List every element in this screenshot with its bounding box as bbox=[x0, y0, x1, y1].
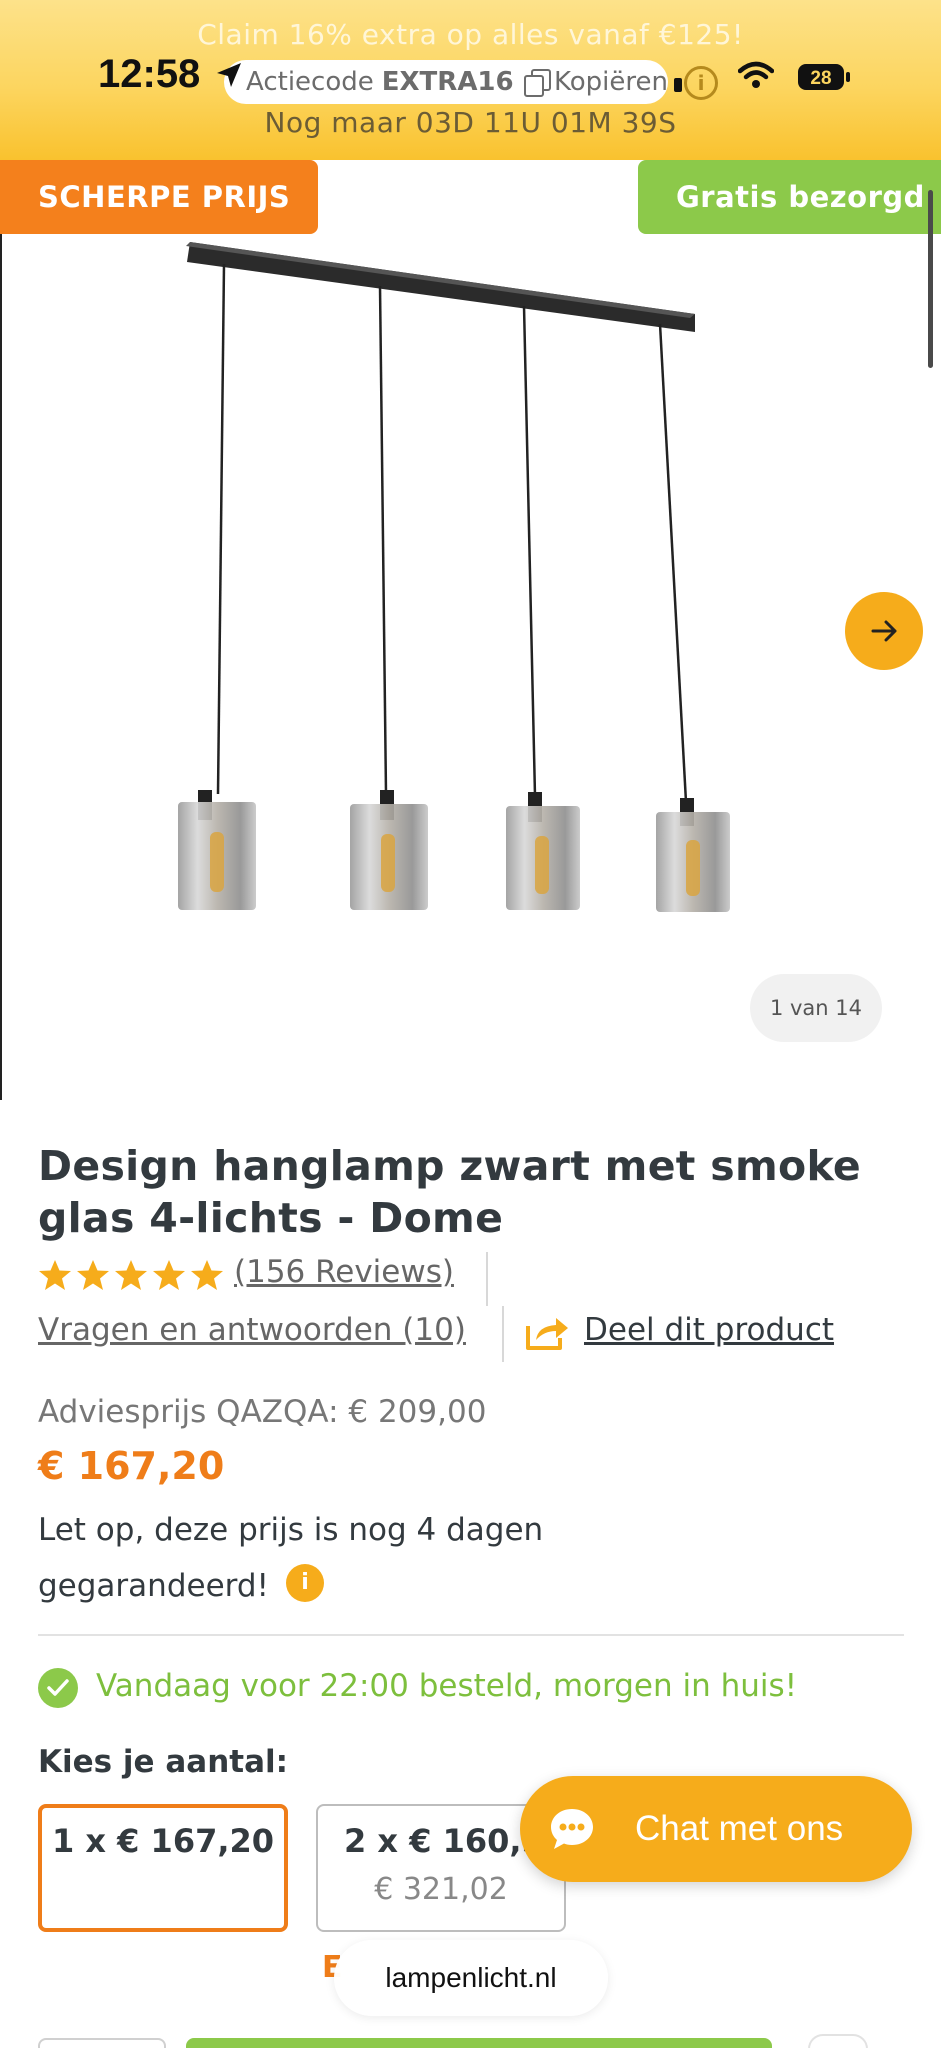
divider bbox=[38, 1634, 904, 1636]
promo-countdown: Nog maar 03D 11U 01M 39S bbox=[264, 106, 677, 139]
gallery-counter: 1 van 14 bbox=[750, 974, 882, 1042]
quantity-label: Kies je aantal: bbox=[38, 1744, 289, 1780]
quantity-option-1[interactable]: 1 x € 167,20 bbox=[38, 1804, 288, 1932]
arrow-right-icon bbox=[871, 620, 897, 642]
gallery-edge bbox=[0, 234, 2, 1100]
info-icon[interactable]: i bbox=[286, 1564, 324, 1602]
wishlist-button[interactable] bbox=[808, 2034, 868, 2048]
qa-link[interactable]: Vragen en antwoorden (10) bbox=[38, 1312, 466, 1348]
promo-code: EXTRA16 bbox=[381, 67, 514, 97]
chat-label: Chat met ons bbox=[635, 1809, 844, 1848]
star-icon bbox=[115, 1260, 147, 1290]
wifi-icon bbox=[738, 61, 774, 88]
star-icon bbox=[39, 1260, 71, 1290]
chat-bubble-icon bbox=[551, 1809, 593, 1849]
location-arrow-icon bbox=[217, 63, 241, 87]
check-circle-icon bbox=[38, 1668, 78, 1708]
browser-address-bar[interactable]: lampenlicht.nl bbox=[334, 1940, 608, 2016]
star-icon bbox=[77, 1260, 109, 1290]
share-icon[interactable] bbox=[524, 1312, 570, 1352]
info-circle-icon[interactable]: i bbox=[684, 66, 718, 100]
quantity-option-total: € 321,02 bbox=[374, 1872, 508, 1907]
msrp-price: Adviesprijs QAZQA: € 209,00 bbox=[38, 1394, 487, 1430]
star-icon bbox=[153, 1260, 185, 1290]
status-time: 12:58 bbox=[98, 52, 201, 96]
promo-code-prefix: Actiecode bbox=[246, 67, 374, 97]
share-link[interactable]: Deel dit product bbox=[584, 1312, 834, 1348]
gallery-next-button[interactable] bbox=[845, 592, 923, 670]
quantity-option-price: 1 x € 167,20 bbox=[51, 1822, 275, 1860]
battery-icon: 28 bbox=[798, 64, 850, 90]
divider bbox=[486, 1252, 488, 1306]
divider bbox=[502, 1306, 504, 1362]
reviews-link[interactable]: (156 Reviews) bbox=[234, 1254, 454, 1290]
current-price: € 167,20 bbox=[38, 1444, 225, 1488]
product-title: Design hanglamp zwart met smoke glas 4-l… bbox=[38, 1142, 862, 1242]
delivery-promise: Vandaag voor 22:00 besteld, morgen in hu… bbox=[96, 1668, 798, 1704]
promo-headline: Claim 16% extra op alles vanaf €125! bbox=[197, 18, 744, 51]
sharp-price-badge: SCHERPE PRIJS bbox=[0, 160, 318, 234]
copy-label[interactable]: Kopiëren bbox=[554, 67, 668, 97]
copy-icon bbox=[523, 69, 552, 97]
signal-icon bbox=[674, 78, 682, 92]
quantity-stepper[interactable] bbox=[38, 2038, 166, 2048]
add-to-cart-button[interactable] bbox=[186, 2038, 772, 2048]
quantity-option-price: 2 x € 160,5 bbox=[344, 1822, 544, 1860]
chat-button[interactable]: Chat met ons bbox=[520, 1776, 912, 1882]
battery-level: 28 bbox=[810, 68, 831, 89]
star-icon bbox=[191, 1260, 223, 1290]
price-guarantee-text: Let op, deze prijs is nog 4 dagen gegara… bbox=[38, 1512, 544, 1604]
promo-code-pill[interactable]: Actiecode EXTRA16 Kopiëren bbox=[224, 60, 668, 104]
rating-stars bbox=[38, 1258, 224, 1292]
product-image[interactable] bbox=[0, 234, 941, 1100]
free-delivery-badge: Gratis bezorgd bbox=[638, 160, 941, 234]
